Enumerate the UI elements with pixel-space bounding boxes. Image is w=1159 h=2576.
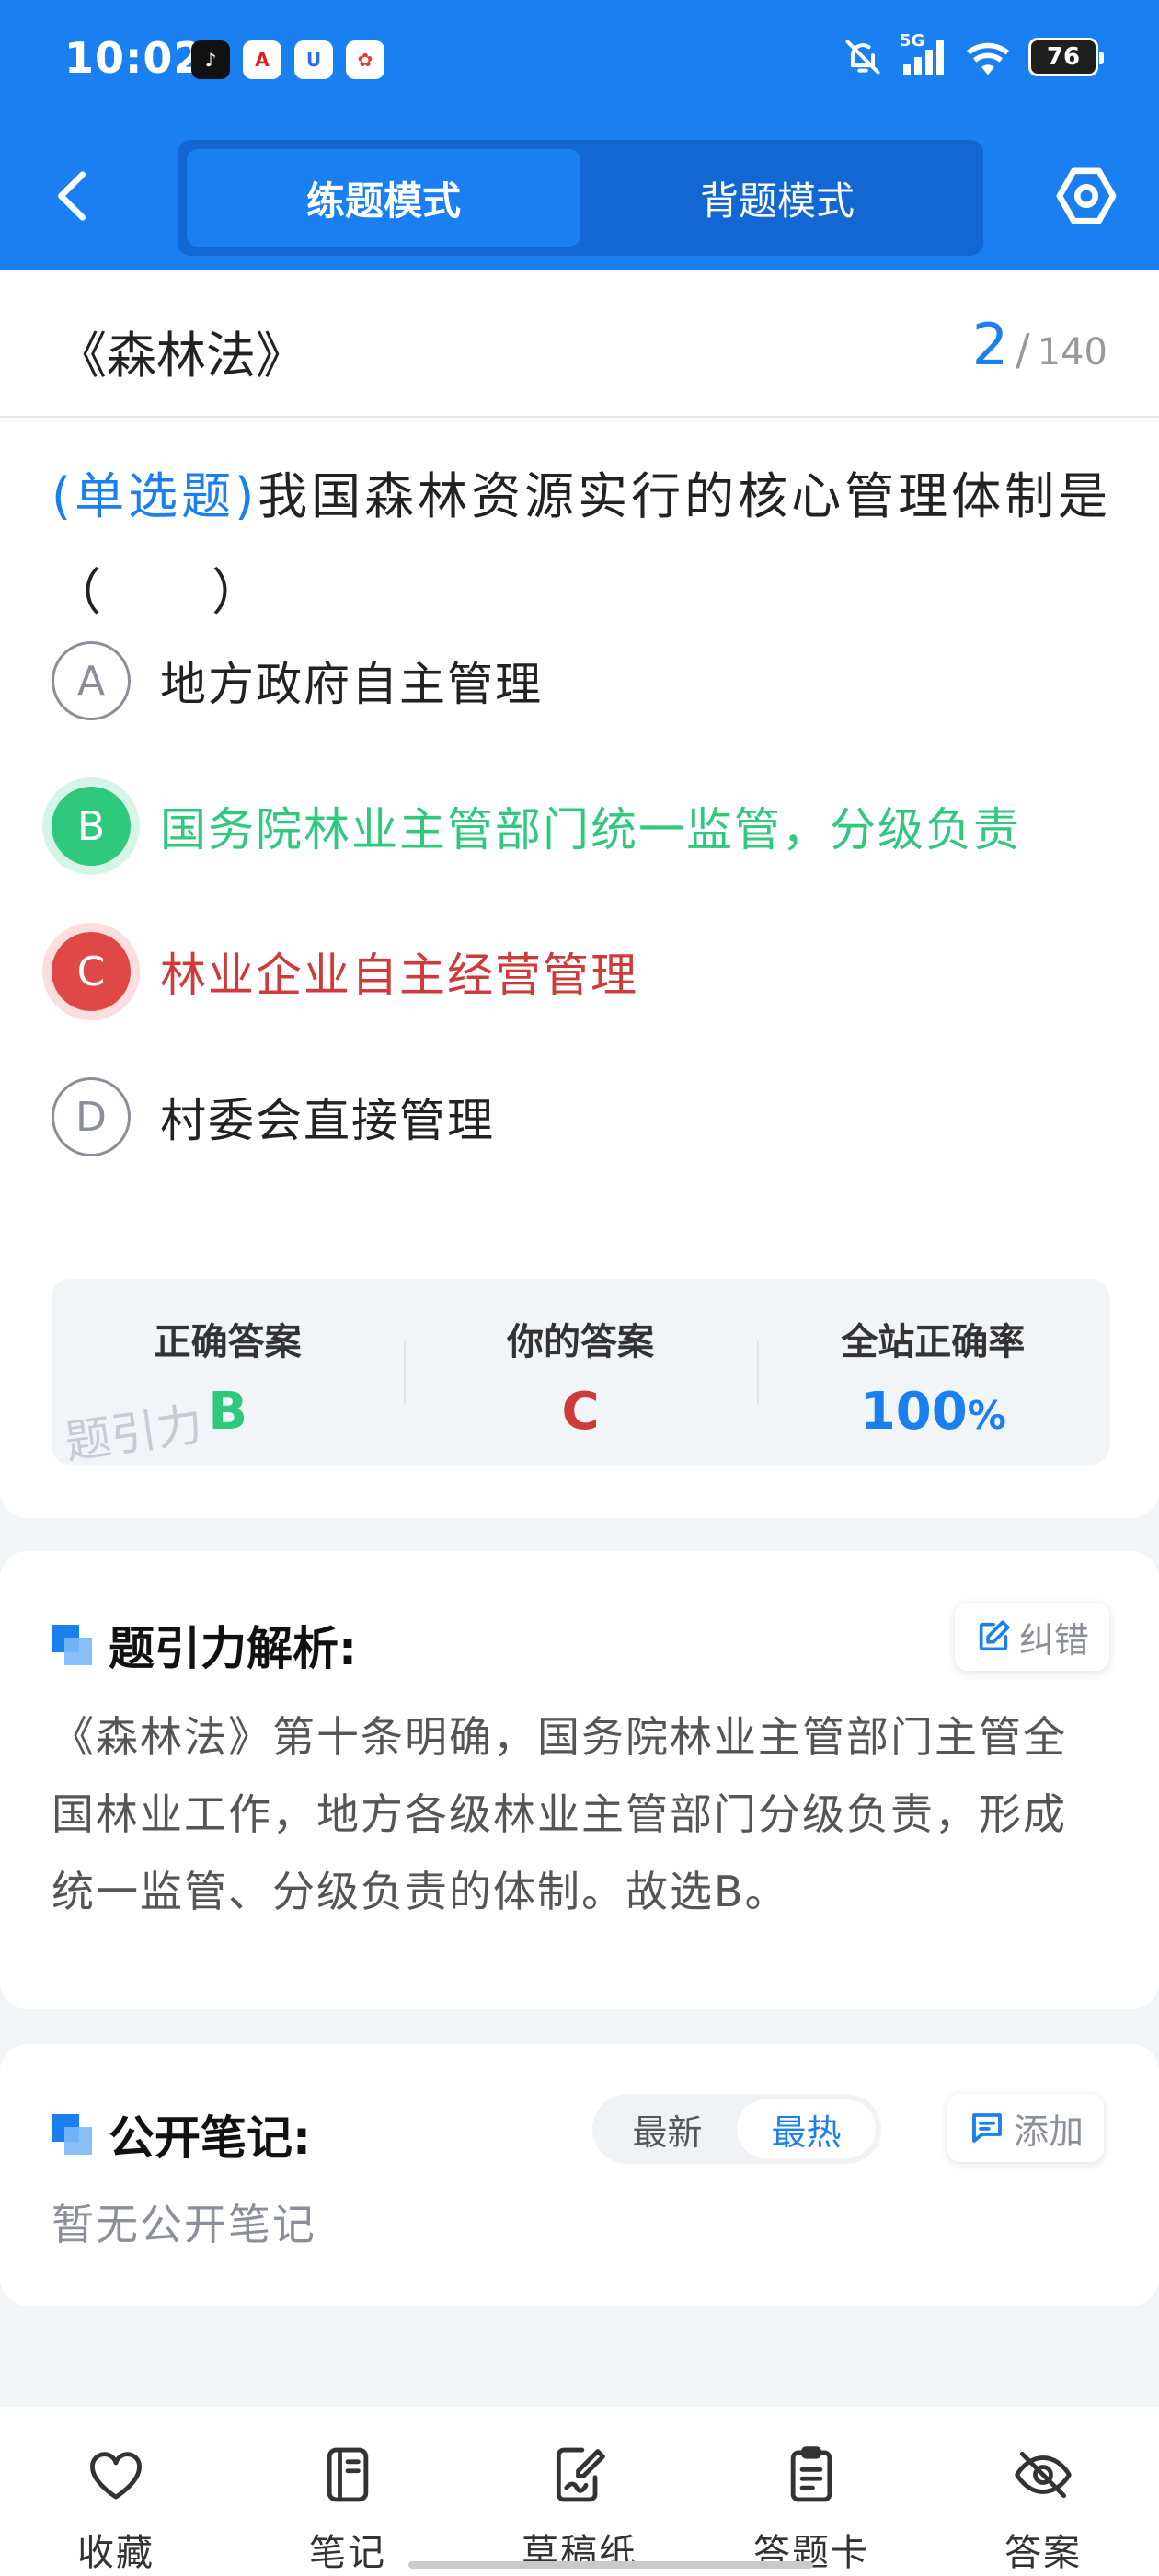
option-letter-c: C <box>52 932 131 1011</box>
status-time: 10:02 <box>64 33 204 83</box>
notes-card: 公开笔记: 最新 最热 添加 暂无公开笔记 <box>0 2044 1159 2306</box>
analysis-text: 《森林法》第十条明确，国务院林业主管部门主管全国林业工作，地方各级林业主管部门分… <box>52 1712 1067 1916</box>
tab-practice-mode[interactable]: 练题模式 <box>187 149 580 247</box>
notebook-icon <box>327 2447 369 2502</box>
sort-hottest[interactable]: 最热 <box>737 2099 876 2158</box>
mute-bell-icon <box>845 40 880 75</box>
no-notes-text: 暂无公开笔记 <box>52 2200 316 2249</box>
top-header: 10:02 ♪ A U ✿ 5G 76 练题模式 背题模式 <box>0 0 1159 270</box>
nav-favorite[interactable]: 收藏 <box>0 2407 232 2576</box>
tiktok-icon: ♪ <box>191 40 230 79</box>
correct-answer-col: 正确答案 B 题引力 <box>52 1279 404 1469</box>
notes-title: 公开笔记: <box>109 2111 311 2165</box>
add-note-button[interactable]: 添加 <box>947 2094 1105 2162</box>
app-logo-icon: ✿ <box>346 40 384 79</box>
settings-hexagon-icon[interactable] <box>1054 164 1119 228</box>
nav-answer-sheet[interactable]: 答题卡 <box>695 2407 927 2576</box>
option-text-b: 国务院林业主管部门统一监管，分级负责 <box>160 803 1021 857</box>
accuracy-rate-label: 全站正确率 <box>841 1321 1026 1363</box>
question-stem: (单选题)我国森林资源实行的核心管理体制是（ ） <box>52 449 1119 640</box>
sort-newest[interactable]: 最新 <box>598 2099 737 2158</box>
bottom-nav: 收藏 笔记 草稿纸 答题卡 答案 <box>0 2407 1159 2576</box>
option-d[interactable]: D 村委会直接管理 <box>52 1071 1119 1163</box>
option-a[interactable]: A 地方政府自主管理 <box>52 635 1119 727</box>
comment-icon <box>972 2113 1002 2143</box>
option-text-a: 地方政府自主管理 <box>160 658 543 711</box>
option-c[interactable]: C 林业企业自主经营管理 <box>52 926 1119 1018</box>
progress-total: 140 <box>1037 331 1107 374</box>
option-b[interactable]: B 国务院林业主管部门统一监管，分级负责 <box>52 780 1119 872</box>
app-u-icon: U <box>294 40 333 79</box>
option-letter-d: D <box>52 1077 131 1156</box>
correction-button[interactable]: 纠错 <box>955 1603 1110 1671</box>
nav-draft-paper[interactable]: 草稿纸 <box>464 2407 695 2576</box>
analysis-card: 题引力解析: 纠错 《森林法》第十条明确，国务院林业主管部门主管全国林业工作，地… <box>0 1551 1159 2009</box>
accuracy-rate-value: 100% <box>859 1382 1006 1442</box>
wifi-icon <box>967 42 1009 75</box>
progress-separator: / <box>1016 325 1030 374</box>
nav-notes[interactable]: 笔记 <box>232 2407 464 2576</box>
option-letter-b: B <box>52 787 131 866</box>
your-answer-label: 你的答案 <box>506 1321 654 1363</box>
tab-memorize-mode[interactable]: 背题模式 <box>580 149 974 247</box>
notes-header: 公开笔记: <box>52 2101 311 2168</box>
back-arrow-icon[interactable] <box>46 164 101 228</box>
mode-switch: 练题模式 背题模式 <box>178 140 983 256</box>
status-bar: 10:02 ♪ A U ✿ 5G 76 <box>0 0 1159 129</box>
question-card: 《森林法》 2/140 (单选题)我国森林资源实行的核心管理体制是（ ） A 地… <box>0 270 1159 1518</box>
progress-current: 2 <box>971 311 1009 378</box>
answer-summary: 正确答案 B 题引力 你的答案 C 全站正确率 100% <box>52 1279 1109 1469</box>
battery-indicator: 76 <box>1028 38 1104 76</box>
analysis-header: 题引力解析: <box>52 1612 357 1678</box>
notes-sort-toggle: 最新 最热 <box>592 2094 881 2164</box>
law-title-row: 《森林法》 2/140 <box>0 270 1159 418</box>
status-app-icons: ♪ A U ✿ <box>191 40 384 79</box>
option-letter-a: A <box>52 641 131 720</box>
option-text-c: 林业企业自主经营管理 <box>160 949 638 1002</box>
question-progress: 2/140 <box>972 311 1107 378</box>
signal-icon: 5G <box>900 31 947 77</box>
home-indicator[interactable] <box>408 2561 813 2569</box>
correct-answer-label: 正确答案 <box>154 1321 302 1363</box>
section-mark-icon <box>52 2114 92 2155</box>
eye-off-icon <box>1015 2451 1072 2499</box>
section-mark-icon <box>52 1625 92 1665</box>
analysis-title: 题引力解析: <box>109 1622 357 1675</box>
heart-icon <box>90 2452 142 2500</box>
answer-sheet-icon <box>790 2446 832 2502</box>
law-title: 《森林法》 <box>57 327 305 385</box>
accuracy-rate-col: 全站正确率 100% <box>756 1279 1109 1465</box>
status-right: 5G 76 <box>843 31 1104 77</box>
edit-icon <box>979 1620 1010 1651</box>
option-text-d: 村委会直接管理 <box>160 1094 495 1147</box>
your-answer-col: 你的答案 C <box>404 1279 756 1465</box>
nav-answer[interactable]: 答案 <box>927 2407 1159 2576</box>
your-answer-value: C <box>561 1382 600 1442</box>
draft-icon <box>556 2447 605 2502</box>
app-a-icon: A <box>243 40 281 79</box>
question-type: (单选题) <box>52 467 258 525</box>
